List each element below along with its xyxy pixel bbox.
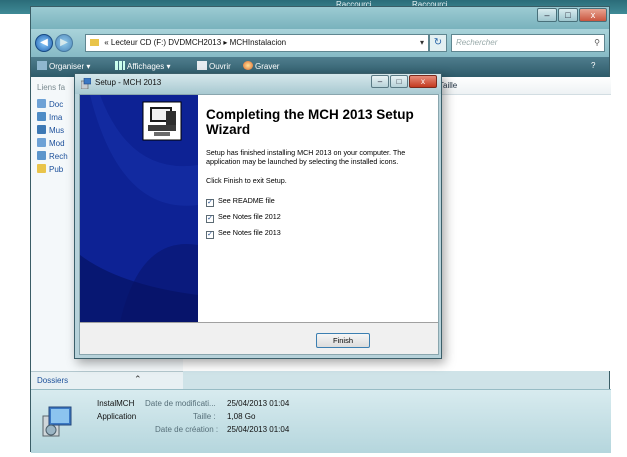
setup-icon	[81, 78, 91, 89]
music-icon	[37, 125, 46, 134]
organize-button[interactable]: Organiser ▾	[37, 61, 90, 71]
wizard-description: Setup has finished installing MCH 2013 o…	[206, 148, 406, 166]
searches-icon	[37, 151, 46, 160]
address-prefix: «	[104, 38, 109, 47]
setup-dialog: Setup - MCH 2013 – □ x Completing the MC…	[74, 73, 442, 359]
refresh-icon[interactable]: ↻	[429, 34, 447, 52]
breadcrumb-separator[interactable]: ▸	[223, 38, 227, 47]
explorer-titlebar[interactable]: – □ x	[31, 7, 609, 29]
minimize-button[interactable]: –	[371, 75, 389, 88]
views-button[interactable]: Affichages ▾	[115, 61, 170, 71]
checkbox-label: See README file	[218, 196, 275, 205]
details-pane: InstalMCH Application Date de modificati…	[31, 389, 611, 453]
public-folder-icon	[37, 164, 46, 173]
open-icon	[197, 61, 207, 70]
maximize-button[interactable]: □	[390, 75, 408, 88]
setup-titlebar[interactable]: Setup - MCH 2013 – □ x	[75, 74, 441, 94]
checkbox-checked-icon[interactable]: ✓	[206, 199, 214, 207]
finish-button[interactable]: Finish	[316, 333, 370, 348]
favorite-documents[interactable]: Doc	[37, 99, 63, 111]
checkbox-checked-icon[interactable]: ✓	[206, 231, 214, 239]
checkbox-readme[interactable]: ✓ See README file	[206, 196, 275, 207]
minimize-button[interactable]: –	[537, 8, 557, 22]
search-icon[interactable]: ⚲	[594, 35, 600, 51]
folders-label: Dossiers	[37, 376, 69, 385]
favorite-modified[interactable]: Mod	[37, 138, 65, 150]
checkbox-label: See Notes file 2012	[218, 212, 281, 221]
favorite-images[interactable]: Ima	[37, 112, 62, 124]
images-icon	[37, 112, 46, 121]
checkbox-notes-2013[interactable]: ✓ See Notes file 2013	[206, 228, 281, 239]
breadcrumb-drive[interactable]: Lecteur CD (F:) DVDMCH2013	[111, 38, 221, 47]
chevron-up-icon[interactable]: ⌃	[134, 374, 142, 385]
favorite-searches[interactable]: Rech	[37, 151, 68, 163]
close-button[interactable]: x	[409, 75, 437, 88]
installer-computer-icon	[142, 101, 182, 141]
documents-icon	[37, 99, 46, 108]
burn-icon	[243, 61, 253, 70]
modified-value: 25/04/2013 01:04	[227, 399, 290, 408]
search-placeholder: Rechercher	[456, 38, 498, 47]
checkbox-checked-icon[interactable]: ✓	[206, 215, 214, 223]
open-button[interactable]: Ouvrir	[197, 61, 231, 71]
address-row: ◀ ▶ « Lecteur CD (F:) DVDMCH2013 ▸ MCHIn…	[31, 29, 609, 57]
wizard-exit-text: Click Finish to exit Setup.	[206, 176, 287, 185]
size-value: 1,08 Go	[227, 412, 256, 421]
favorite-public[interactable]: Pub	[37, 164, 63, 176]
file-type: Application	[97, 412, 137, 421]
wizard-side-panel	[80, 95, 198, 322]
help-icon[interactable]: ?	[591, 61, 595, 70]
back-arrow-icon[interactable]: ◀	[35, 34, 53, 52]
modified-label: Date de modificati...	[145, 399, 216, 408]
setup-title: Setup - MCH 2013	[95, 78, 162, 87]
checkbox-label: See Notes file 2013	[218, 228, 281, 237]
views-icon	[115, 61, 125, 70]
wizard-content: Completing the MCH 2013 Setup Wizard Set…	[198, 95, 438, 322]
close-button[interactable]: x	[579, 8, 607, 22]
modified-icon	[37, 138, 46, 147]
wizard-heading: Completing the MCH 2013 Setup Wizard	[206, 107, 414, 137]
divider	[80, 322, 438, 323]
size-label: Taille :	[193, 412, 216, 421]
folders-bar[interactable]: Dossiers ⌃	[31, 371, 183, 389]
created-label: Date de création :	[155, 425, 219, 434]
created-value: 25/04/2013 01:04	[227, 425, 290, 434]
search-input[interactable]: Rechercher ⚲	[451, 34, 605, 52]
favorite-music[interactable]: Mus	[37, 125, 64, 137]
file-name: InstalMCH	[97, 399, 135, 408]
address-bar[interactable]: « Lecteur CD (F:) DVDMCH2013 ▸ MCHInstal…	[85, 34, 429, 52]
burn-button[interactable]: Graver	[243, 61, 279, 71]
dropdown-arrow-icon[interactable]: ▾	[420, 35, 424, 51]
favorites-title: Liens fa	[37, 83, 66, 92]
forward-arrow-icon[interactable]: ▶	[55, 34, 73, 52]
installer-icon	[42, 406, 72, 437]
setup-body: Completing the MCH 2013 Setup Wizard Set…	[79, 94, 439, 355]
checkbox-notes-2012[interactable]: ✓ See Notes file 2012	[206, 212, 281, 223]
organize-icon	[37, 61, 47, 70]
breadcrumb-folder[interactable]: MCHInstalacion	[230, 38, 286, 47]
maximize-button[interactable]: □	[558, 8, 578, 22]
folder-icon	[90, 39, 99, 46]
